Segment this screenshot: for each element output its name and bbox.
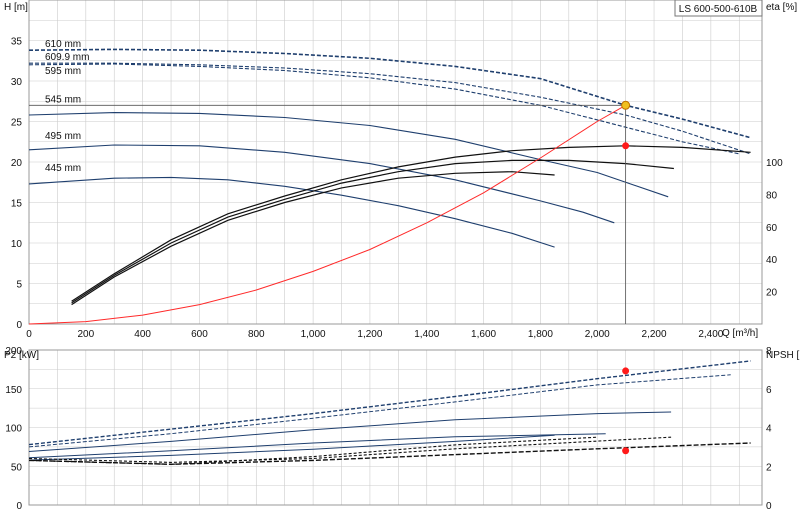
x-tick-label: 600 — [191, 329, 208, 340]
top-y-axis-label: H [m] — [4, 2, 28, 13]
y-tick-label: 200 — [5, 346, 22, 357]
efficiency-curve — [71, 145, 751, 302]
y2-tick-label: 80 — [766, 190, 778, 201]
impeller-diameter-label: 609.9 mm — [45, 52, 89, 63]
y-tick-label: 15 — [11, 199, 23, 210]
impeller-diameter-label: 595 mm — [45, 66, 81, 77]
operating-point-power — [622, 367, 630, 375]
top-ticks: 0 200 400 600 800 1,000 1,200 1,400 1,600 1,800 2,… — [11, 37, 783, 341]
chart-title: LS 600-500-610B — [679, 4, 758, 15]
y2-tick-label: 0 — [766, 501, 772, 512]
y2-tick-label: 20 — [766, 288, 778, 299]
x-tick-label: 1,400 — [414, 329, 439, 340]
x-tick-label: 1,000 — [301, 329, 326, 340]
y-tick-label: 5 — [16, 280, 22, 291]
y2-tick-label: 8 — [766, 346, 772, 357]
bottom-ticks: 0 50 100 150 200 0 2 4 6 8 — [5, 346, 772, 512]
x-tick-label: 400 — [134, 329, 151, 340]
x-tick-label: 2,000 — [585, 329, 610, 340]
operating-point-npsh — [622, 447, 630, 455]
x-axis-label: Q [m³/h] — [722, 328, 758, 339]
impeller-diameter-label: 545 mm — [45, 94, 81, 105]
operating-lines — [29, 104, 627, 324]
system-curve — [28, 104, 626, 325]
system-curve — [28, 104, 626, 325]
y2-tick-label: 100 — [766, 158, 783, 169]
x-tick-label: 0 — [26, 329, 32, 340]
x-tick-label: 1,600 — [471, 329, 496, 340]
y-tick-label: 35 — [11, 37, 23, 48]
y2-tick-label: 40 — [766, 255, 778, 266]
y-tick-label: 25 — [11, 118, 23, 129]
x-tick-label: 800 — [248, 329, 265, 340]
y-tick-label: 0 — [16, 320, 22, 331]
x-tick-label: 200 — [77, 329, 94, 340]
power-curve — [28, 360, 751, 446]
x-tick-label: 1,800 — [528, 329, 553, 340]
x-tick-label: 2,200 — [642, 329, 667, 340]
y2-tick-label: 2 — [766, 462, 772, 473]
power-curve — [28, 411, 672, 452]
top-y2-axis-label: eta [%] — [766, 2, 797, 13]
title-box: LS 600-500-610B — [674, 0, 763, 17]
x-tick-label: 2,400 — [698, 329, 723, 340]
head-curves — [28, 48, 751, 248]
pump-curve-chart: LS 600-500-610B H [m] eta [%] Q [m³/h] P… — [4, 0, 800, 512]
head-curve — [28, 176, 555, 248]
impeller-diameter-label: 445 mm — [45, 163, 81, 174]
operating-point-efficiency — [622, 142, 630, 150]
efficiency-curves — [71, 145, 751, 306]
y-tick-label: 20 — [11, 158, 23, 169]
impeller-diameter-label: 610 mm — [45, 39, 81, 50]
head-curve — [28, 112, 669, 198]
y-tick-label: 100 — [5, 424, 22, 435]
efficiency-curve — [71, 159, 674, 304]
power-curves — [28, 360, 751, 461]
y-tick-label: 30 — [11, 77, 23, 88]
bottom-grid — [29, 350, 762, 505]
y-tick-label: 10 — [11, 239, 23, 250]
y2-tick-label: 6 — [766, 385, 772, 396]
operating-point-head — [621, 100, 631, 110]
head-curve — [28, 63, 740, 155]
top-grid — [29, 0, 762, 324]
x-tick-label: 1,200 — [357, 329, 382, 340]
head-curve — [28, 48, 751, 139]
y-tick-label: 50 — [11, 462, 23, 473]
impeller-diameter-label: 495 mm — [45, 131, 81, 142]
y-tick-label: 0 — [16, 501, 22, 512]
y2-tick-label: 4 — [766, 424, 772, 435]
curve-labels: 610 mm 609.9 mm 595 mm 545 mm 495 mm 445 mm — [45, 39, 89, 174]
npsh-curves — [28, 436, 751, 466]
y-tick-label: 150 — [5, 385, 22, 396]
y2-tick-label: 60 — [766, 223, 778, 234]
